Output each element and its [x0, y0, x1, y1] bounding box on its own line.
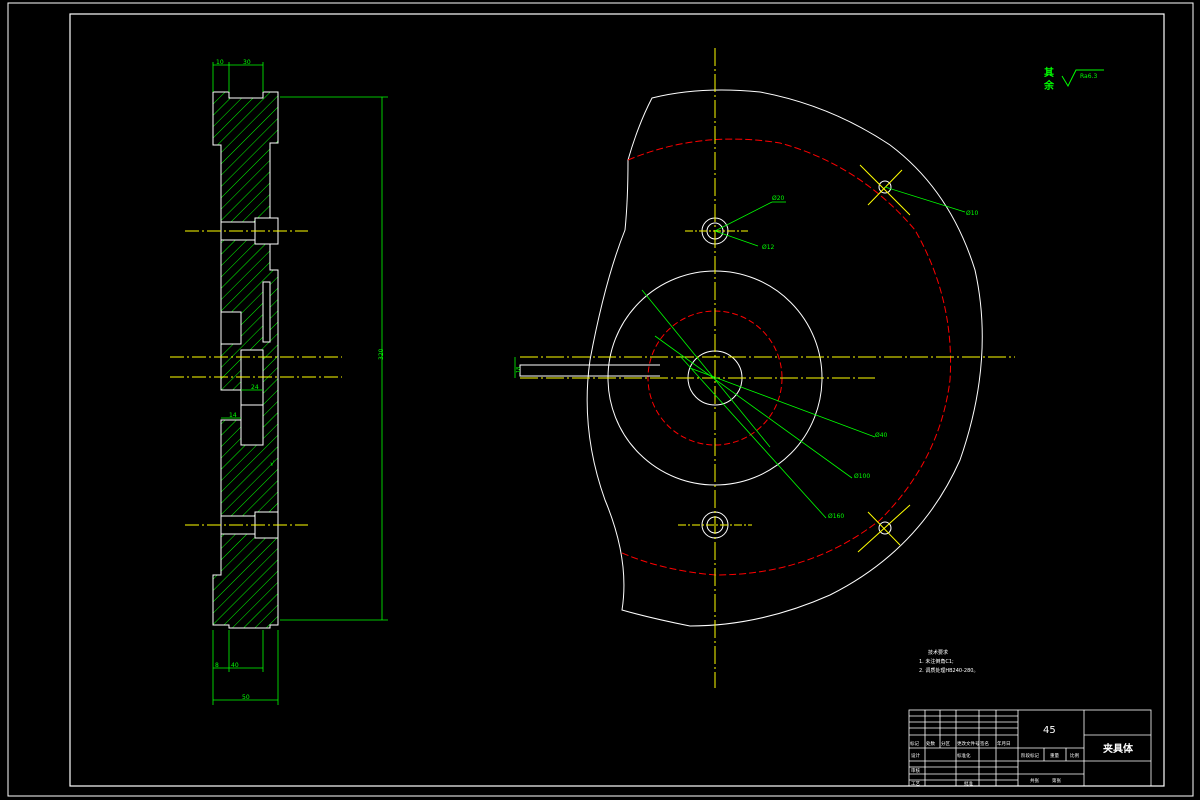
title-material: 45	[1043, 725, 1056, 736]
tb-stage-mark: 阶段标记	[1021, 752, 1039, 759]
dim-slot: 18	[516, 367, 522, 373]
keyway-gap	[240, 404, 264, 446]
tb-sheet-no: 第张	[1052, 777, 1061, 784]
roughness-prefix-1: 其	[1044, 66, 1054, 79]
bore-channel	[240, 349, 264, 413]
dim-mid-2: 14	[229, 412, 237, 419]
tb-change-doc: 更改文件号	[957, 740, 980, 747]
tb-process: 工艺	[911, 781, 920, 787]
surface-mark-side: √	[270, 460, 275, 468]
tb-design: 设计	[911, 752, 920, 759]
roughness-value: Ra6.3	[1080, 73, 1097, 80]
dim-hole-inner: Ø12	[762, 244, 775, 251]
tb-signature: 签名	[980, 740, 989, 747]
notes-line1: 1. 未注倒角C1;	[919, 658, 954, 665]
section-view	[170, 91, 342, 629]
dim-bottom-2: 40	[231, 662, 239, 669]
front-leaders	[514, 186, 966, 519]
title-part-name: 夹具体	[1103, 742, 1134, 755]
dim-bore: Ø40	[875, 432, 888, 439]
slot-right	[262, 281, 271, 343]
lower-hole-cross2	[867, 511, 901, 546]
roughness-symbol: 其 余 Ra6.3	[1043, 66, 1104, 92]
tb-date: 年月日	[997, 740, 1011, 747]
tb-mark: 标记	[910, 740, 919, 747]
tb-count: 处数	[926, 740, 935, 747]
tb-review: 审核	[911, 767, 920, 774]
front-outline	[586, 89, 983, 627]
dim-hole-outer: Ø20	[772, 195, 785, 202]
front-view	[519, 48, 1015, 688]
dim-top-1: 10	[216, 59, 224, 66]
dim-bottom-total: 50	[242, 694, 250, 701]
dim-side-hole: Ø10	[966, 210, 979, 217]
notes-title: 技术要求	[928, 649, 948, 656]
roughness-prefix-2: 余	[1043, 79, 1055, 92]
tb-approve: 批准	[964, 780, 973, 787]
dim-top-2: 30	[243, 59, 251, 66]
technical-notes: 技术要求 1. 未注倒角C1; 2. 调质处理HB240-280。	[919, 649, 978, 674]
tb-scale: 比例	[1070, 752, 1079, 759]
dim-mid-circle: Ø100	[854, 473, 870, 480]
tb-zone: 分区	[941, 740, 950, 747]
dim-mid-1: 24	[251, 384, 259, 391]
upper-hole-cross1	[859, 164, 911, 216]
dim-height: 320	[378, 348, 385, 360]
notes-line2: 2. 调质处理HB240-280。	[919, 667, 978, 674]
tb-weight: 重量	[1050, 752, 1059, 759]
cad-drawing: 10 30 320 24 14 8 40 50 √ Ø20 Ø12 Ø10 Ø4…	[7, 2, 1194, 797]
tb-sheet-total: 共张	[1030, 777, 1039, 784]
outer-border	[7, 2, 1194, 797]
slot-left	[220, 311, 242, 345]
slot-outline	[519, 364, 660, 377]
dim-pitch-circle: Ø160	[828, 513, 844, 520]
tb-standardize: 标准化	[957, 752, 971, 759]
dim-bottom-1: 8	[215, 662, 219, 669]
